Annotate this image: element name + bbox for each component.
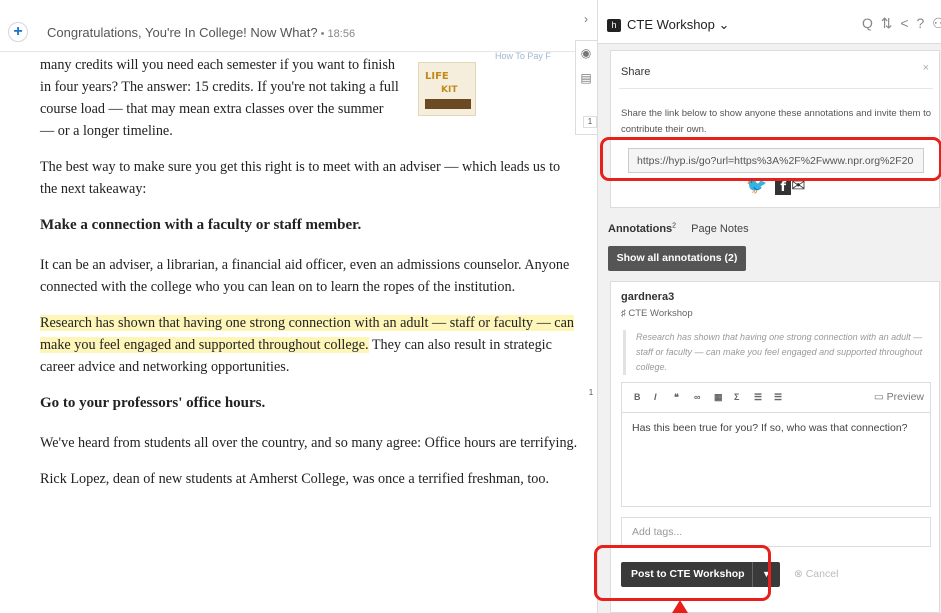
math-icon[interactable]: Σ [734, 392, 739, 402]
tab-page-notes[interactable]: Page Notes [691, 223, 748, 235]
paragraph: Rick Lopez, dean of new students at Amhe… [40, 471, 550, 487]
section-heading: Go to your professors' office hours. [40, 395, 266, 411]
sidebar-tabs: Annotations2 Page Notes [608, 222, 749, 235]
paragraph: We've heard from students all over the c… [40, 435, 578, 451]
sidebar-top-bar: h CTE Workshop ⌄ Q ⇅ < ? ⚇ [598, 0, 941, 44]
paragraph: The best way to make sure you get this r… [40, 159, 561, 197]
bold-icon[interactable]: B [634, 392, 641, 402]
top-bar-icons[interactable]: Q ⇅ < ? ⚇ [862, 15, 941, 32]
numbered-list-icon[interactable]: ☰ [754, 392, 762, 403]
italic-icon[interactable]: I [654, 392, 657, 402]
page-notes-icon[interactable]: ▤ [576, 71, 596, 91]
article-title: Congratulations, You're In College! Now … [47, 25, 355, 40]
article-title-text: Congratulations, You're In College! Now … [47, 25, 318, 40]
add-icon[interactable]: + [8, 22, 28, 42]
collapse-sidebar-icon[interactable]: › [576, 12, 596, 32]
link-icon[interactable]: ∞ [694, 392, 700, 402]
annotation-username[interactable]: gardnera3 [621, 291, 674, 303]
show-all-annotations-button[interactable]: Show all annotations (2) [608, 246, 746, 271]
paragraph: Research has shown that having one stron… [40, 312, 580, 378]
eye-icon[interactable]: ◉ [576, 46, 596, 66]
quote-icon[interactable]: ❝ [674, 392, 679, 403]
arrow-up-icon [672, 600, 688, 613]
bulleted-list-icon[interactable]: ☰ [774, 392, 782, 403]
annotation-group[interactable]: ♯ CTE Workshop [621, 308, 693, 319]
close-icon[interactable]: × [923, 62, 929, 74]
annotation-quote: Research has shown that having one stron… [623, 330, 933, 375]
article-time: • 18:56 [317, 28, 356, 40]
preview-button[interactable]: ▭ Preview [874, 391, 924, 403]
annotation-count-badge[interactable]: 1 [585, 388, 597, 398]
group-selector[interactable]: CTE Workshop ⌄ [627, 17, 729, 33]
cancel-button[interactable]: ⊗ Cancel [794, 568, 838, 580]
add-tags-input[interactable] [621, 517, 931, 547]
divider [619, 88, 933, 89]
image-icon[interactable]: ▦ [714, 392, 723, 403]
hypothesis-sidebar: h CTE Workshop ⌄ Q ⇅ < ? ⚇ Share × Share… [597, 0, 941, 613]
group-icon: h [607, 19, 621, 32]
paragraph: It can be an adviser, a librarian, a fin… [40, 257, 570, 295]
article-bar: + Congratulations, You're In College! No… [0, 14, 575, 52]
tab-annotations[interactable]: Annotations2 [608, 222, 677, 235]
section-heading: Make a connection with a faculty or staf… [40, 217, 362, 233]
post-button-callout [594, 545, 771, 601]
tab-annotations-count: 2 [672, 222, 677, 229]
tab-annotations-label: Annotations [608, 222, 673, 235]
share-panel: Share × Share the link below to show any… [610, 50, 940, 208]
share-link-callout [600, 137, 941, 181]
article-body: many credits will you need each semester… [40, 54, 580, 504]
editor-toolbar: B I ❝ ∞ ▦ Σ ☰ ☰ ▭ Preview [621, 382, 931, 412]
share-description: Share the link below to show anyone thes… [621, 108, 932, 135]
facebook-icon[interactable]: f [775, 179, 792, 195]
share-title: Share [621, 66, 651, 78]
paragraph: many credits will you need each semester… [40, 57, 399, 139]
annotation-count-badge[interactable]: 1 [583, 116, 597, 128]
annotation-text-editor[interactable]: Has this been true for you? If so, who w… [621, 412, 931, 507]
